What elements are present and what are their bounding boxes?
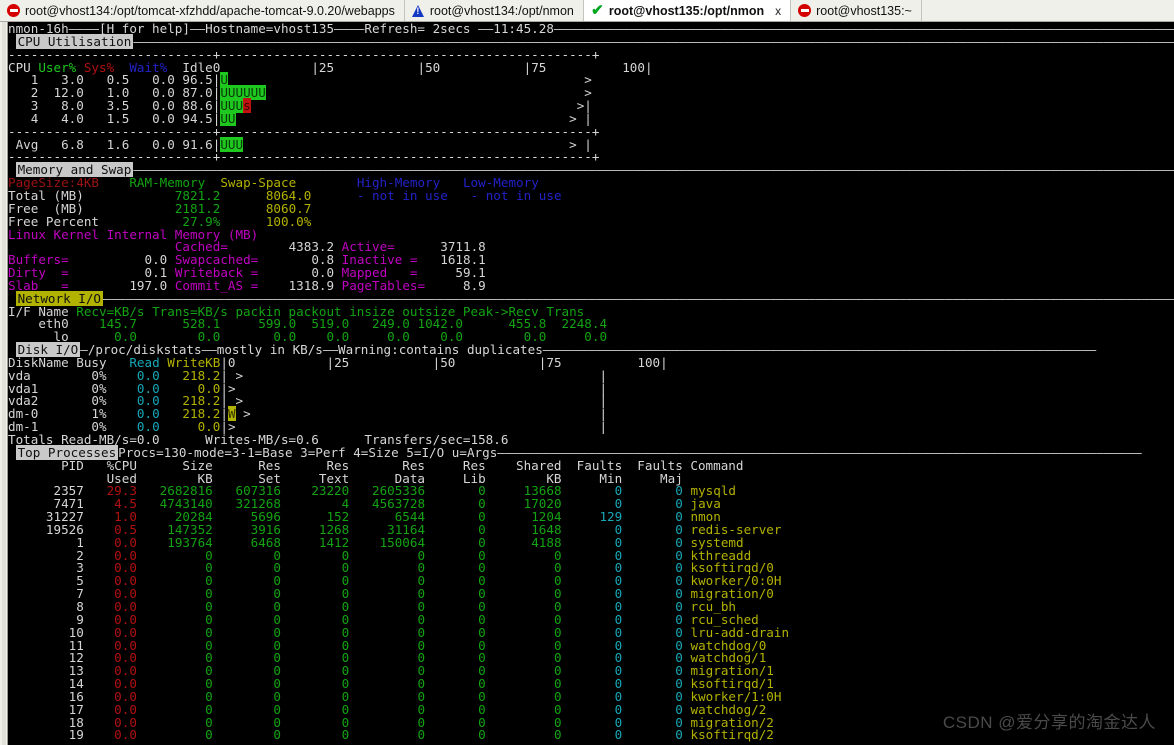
warning-icon xyxy=(412,4,425,17)
browser-tab-3[interactable]: root@vhost135:~ xyxy=(791,0,922,21)
procs-row-maj-19: 0 xyxy=(622,727,683,743)
browser-tab-label: root@vhost135:~ xyxy=(816,3,912,18)
procs-row-resdata-19: 0 xyxy=(349,727,426,743)
nmon-terminal-output[interactable]: nmon-16h————[H for help]——Hostname=vhost… xyxy=(8,22,1174,745)
stop-icon xyxy=(7,4,20,17)
check-icon: ✔ xyxy=(591,2,604,19)
browser-tab-label: root@vhost135:/opt/nmon xyxy=(608,3,765,18)
procs-row-restext-19: 0 xyxy=(280,727,350,743)
procs-row-cpu-19: 0.0 xyxy=(83,727,137,743)
window-scrollbar[interactable] xyxy=(0,22,8,745)
close-icon[interactable]: x xyxy=(775,4,781,18)
browser-tab-label: root@vhost134:/opt/tomcat-xfzhdd/apache-… xyxy=(25,3,395,18)
memory-row-low-0: - not in use xyxy=(470,187,562,203)
procs-row-min-19: 0 xyxy=(561,727,623,743)
tab-bar-empty-area xyxy=(921,0,1174,21)
procs-row-pid-19: 19 xyxy=(8,727,84,743)
procs-row-reslib-19: 0 xyxy=(425,727,486,743)
browser-tab-1[interactable]: root@vhost134:/opt/nmon xyxy=(404,0,584,21)
scrollbar-track[interactable] xyxy=(2,22,6,745)
procs-row-size-19: 0 xyxy=(136,727,213,743)
browser-tab-label: root@vhost134:/opt/nmon xyxy=(429,3,574,18)
procs-row-resset-19: 0 xyxy=(212,727,281,743)
procs-row-command-19: ksoftirqd/2 xyxy=(682,727,774,743)
watermark-text: CSDN @爱分享的淘金达人 xyxy=(942,713,1156,732)
stop-icon xyxy=(798,4,812,17)
procs-row-shared-19: 0 xyxy=(485,727,562,743)
terminal-window: nmon-16h————[H for help]——Hostname=vhost… xyxy=(0,22,1174,745)
browser-tab-bar: root@vhost134:/opt/tomcat-xfzhdd/apache-… xyxy=(0,0,1174,22)
browser-tab-0[interactable]: root@vhost134:/opt/tomcat-xfzhdd/apache-… xyxy=(0,0,405,21)
memory-row-high-0: - not in use xyxy=(311,187,471,203)
browser-tab-2[interactable]: ✔ root@vhost135:/opt/nmon x xyxy=(583,0,792,21)
